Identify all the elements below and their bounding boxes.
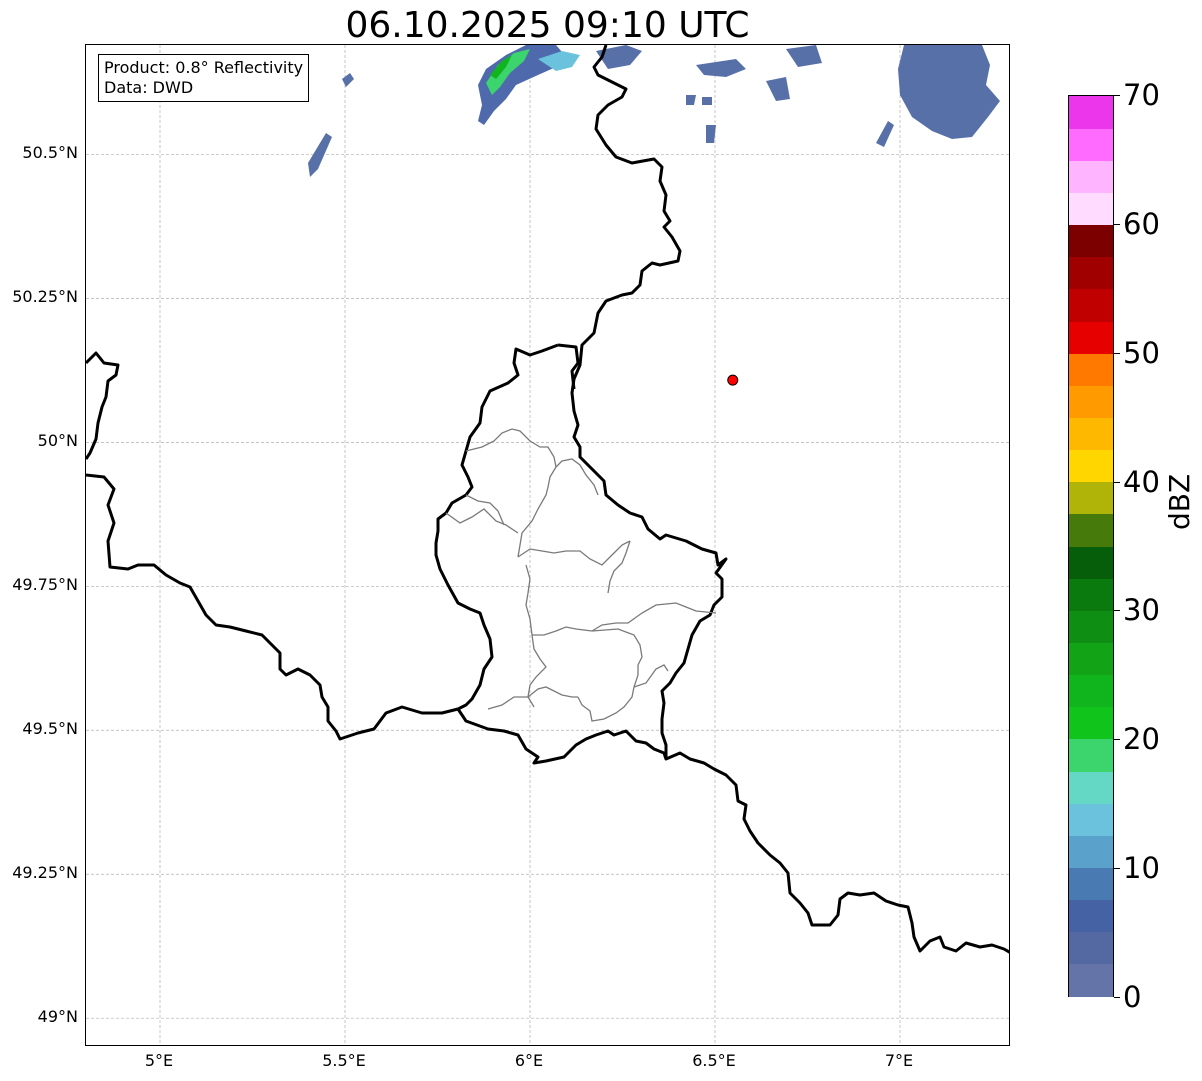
canton-line-4 <box>517 540 631 566</box>
colorbar-tick <box>1114 610 1120 611</box>
border-france-south <box>456 708 1009 954</box>
canton-line-10 <box>577 628 643 722</box>
map-title: 06.10.2025 09:10 UTC <box>345 5 750 46</box>
colorbar-segment <box>1069 481 1113 515</box>
latitude-tick-label: 49°N <box>37 1007 78 1027</box>
radar-site-marker <box>727 374 739 386</box>
border-france-belgium-northwest <box>86 351 120 460</box>
colorbar-tick-label: 40 <box>1123 465 1160 499</box>
internal-boundaries <box>445 428 717 722</box>
colorbar-segment <box>1069 578 1113 611</box>
colorbar-segment <box>1069 288 1113 322</box>
colorbar-segment <box>1069 963 1113 997</box>
colorbar-tick-label: 60 <box>1123 207 1160 241</box>
colorbar-segment <box>1069 867 1113 901</box>
colorbar-segment <box>1069 513 1113 547</box>
colorbar-segment <box>1069 931 1113 965</box>
longitude-tick-label: 6.5°E <box>692 1051 736 1070</box>
colorbar-segment <box>1069 385 1113 419</box>
colorbar-segment <box>1069 771 1113 804</box>
colorbar-tick-label: 70 <box>1123 78 1160 112</box>
colorbar <box>1068 95 1114 997</box>
border-belgium-germany-luxembourg <box>570 45 728 759</box>
echo-cell-speck2 <box>706 125 716 143</box>
colorbar-segment <box>1069 321 1113 354</box>
colorbar-segment <box>1069 128 1113 161</box>
echo-cell-far-northeast-tail <box>876 121 894 147</box>
latitude-tick-label: 49.75°N <box>12 575 78 595</box>
colorbar-tick <box>1114 739 1120 740</box>
colorbar-segment <box>1069 353 1113 386</box>
echo-cell-speck1 <box>702 97 712 105</box>
colorbar-tick-label: 10 <box>1123 851 1160 885</box>
colorbar-tick <box>1114 997 1120 998</box>
country-borders <box>86 45 1009 954</box>
product-label: Product: 0.8° Reflectivity <box>104 58 304 77</box>
latitude-tick-label: 49.25°N <box>12 863 78 883</box>
colorbar-segment <box>1069 417 1113 451</box>
colorbar-unit-label: dBZ <box>1163 473 1196 530</box>
colorbar-tick <box>1114 868 1120 869</box>
colorbar-segment <box>1069 96 1113 129</box>
canton-line-12 <box>633 664 669 688</box>
colorbar-segment <box>1069 449 1113 483</box>
longitude-tick-label: 6°E <box>514 1051 544 1070</box>
border-france-belgium <box>86 473 459 741</box>
radar-echoes <box>308 45 1000 177</box>
data-source-label: Data: DWD <box>104 78 194 97</box>
colorbar-segment <box>1069 546 1113 579</box>
latitude-tick-label: 50.5°N <box>22 143 78 163</box>
colorbar-segment <box>1069 706 1113 740</box>
echo-cell-speck3 <box>686 95 696 105</box>
colorbar-tick-label: 50 <box>1123 336 1160 370</box>
map-canvas <box>86 45 1009 1045</box>
colorbar-tick-label: 0 <box>1123 980 1142 1014</box>
echo-cell-far-northeast <box>898 45 1000 139</box>
colorbar-segment <box>1069 642 1113 676</box>
longitude-tick-label: 5.5°E <box>322 1051 366 1070</box>
canton-line-3 <box>445 508 519 534</box>
canton-line-1 <box>465 428 599 496</box>
echo-cell-northeast4 <box>786 45 822 67</box>
colorbar-segment <box>1069 899 1113 933</box>
echo-cell-small <box>342 73 354 87</box>
colorbar-segment <box>1069 803 1113 836</box>
latitude-tick-label: 50.25°N <box>12 287 78 307</box>
echo-cell-northeast2 <box>696 59 746 77</box>
colorbar-tick <box>1114 224 1120 225</box>
canton-line-2 <box>517 466 557 558</box>
colorbar-segment <box>1069 738 1113 772</box>
colorbar-tick-label: 30 <box>1123 593 1160 627</box>
colorbar-segment <box>1069 835 1113 869</box>
longitude-tick-label: 7°E <box>884 1051 914 1070</box>
canton-line-5 <box>525 564 593 636</box>
colorbar-segment <box>1069 674 1113 708</box>
latitude-tick-label: 49.5°N <box>22 719 78 739</box>
echo-cell-northeast3 <box>766 77 790 101</box>
canton-line-9 <box>527 634 547 708</box>
latitude-tick-label: 50°N <box>37 431 78 451</box>
colorbar-segment <box>1069 610 1113 644</box>
colorbar-segment <box>1069 192 1113 226</box>
colorbar-tick <box>1114 95 1120 96</box>
colorbar-tick <box>1114 482 1120 483</box>
radar-map <box>85 44 1010 1046</box>
longitude-tick-label: 5°E <box>144 1051 174 1070</box>
graticule <box>86 45 1009 1045</box>
product-info-box: Product: 0.8° Reflectivity Data: DWD <box>98 54 310 102</box>
colorbar-segment <box>1069 160 1113 194</box>
colorbar-tick <box>1114 353 1120 354</box>
colorbar-segment <box>1069 224 1113 258</box>
colorbar-segment <box>1069 256 1113 290</box>
echo-cell-northwest <box>308 133 332 177</box>
colorbar-tick-label: 20 <box>1123 722 1160 756</box>
border-belgium-luxembourg <box>434 343 559 711</box>
